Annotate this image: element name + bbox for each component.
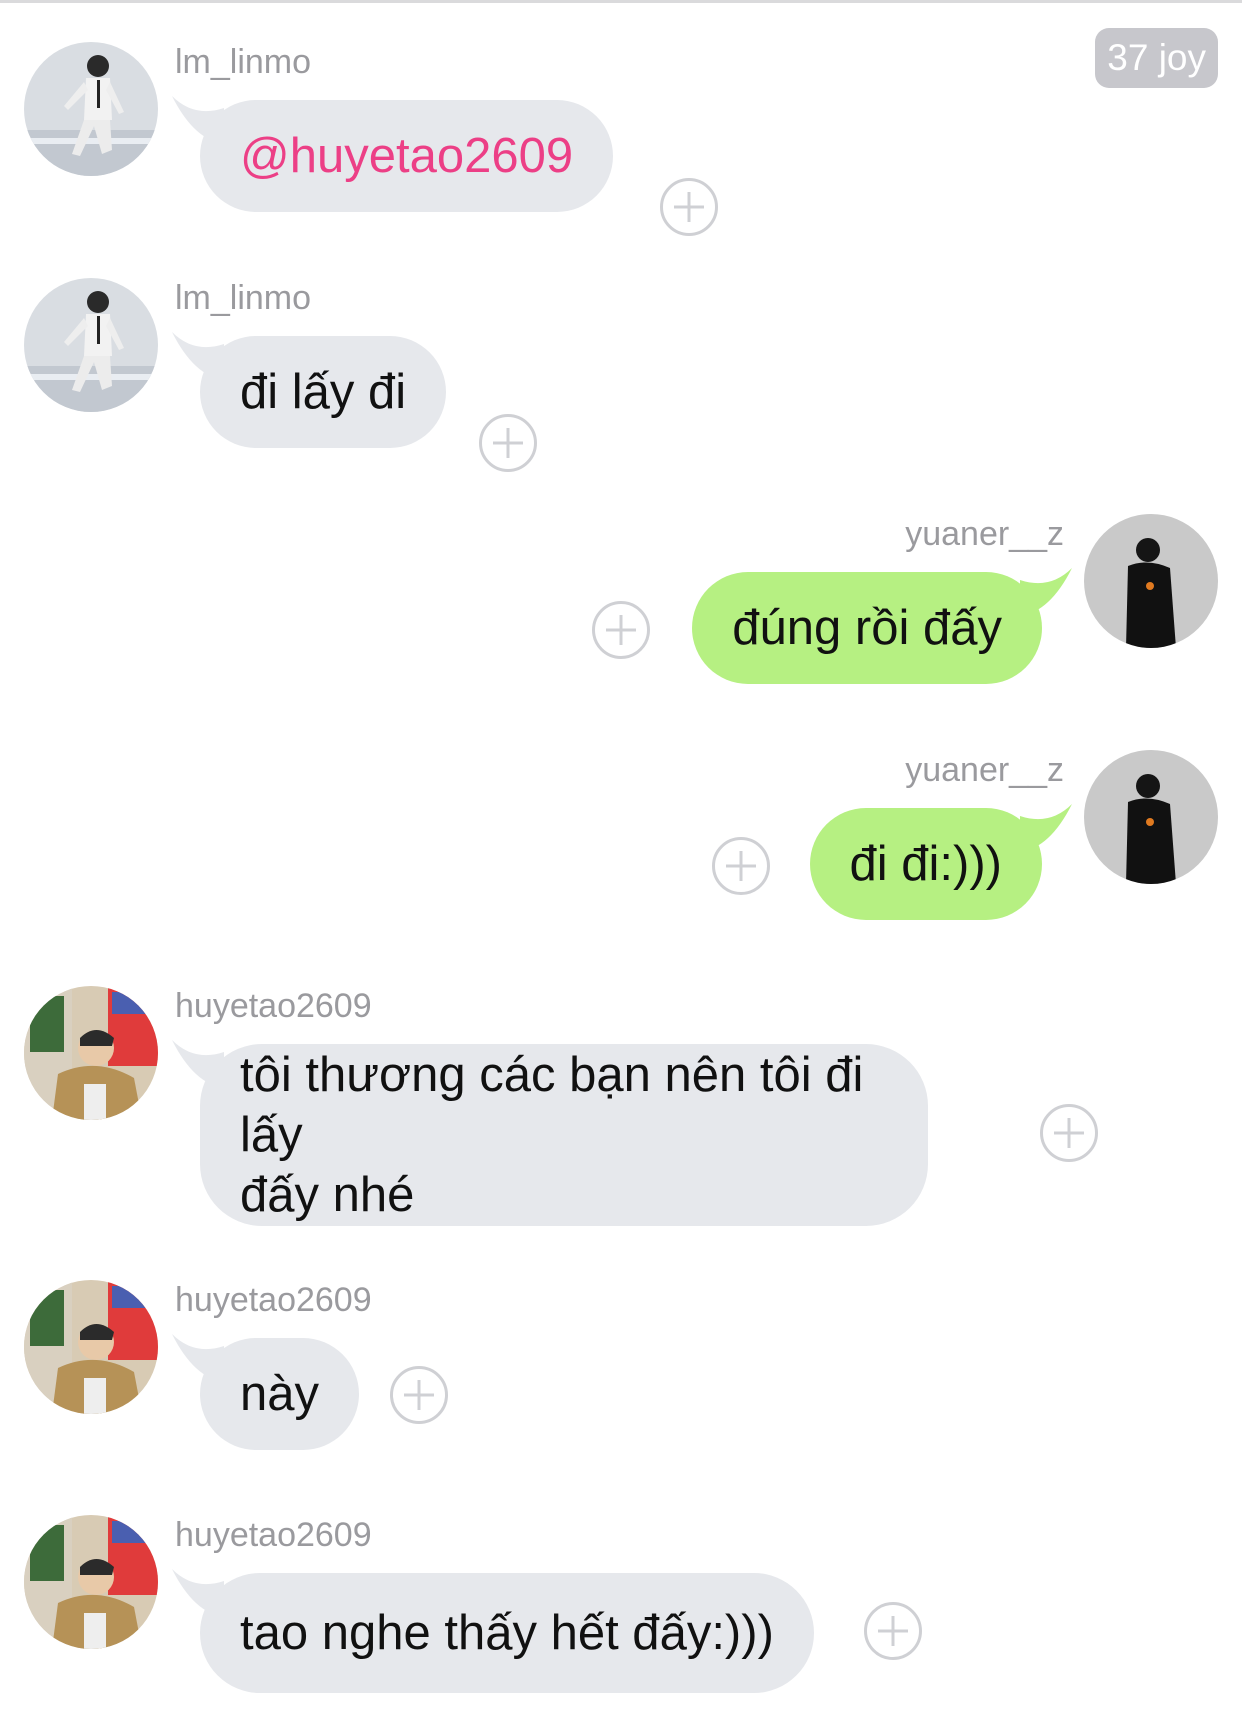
message-bubble[interactable]: này bbox=[200, 1338, 360, 1450]
message-bubble[interactable]: đi đi:))) bbox=[809, 808, 1042, 920]
message-bubble[interactable]: @huyetao2609 bbox=[200, 100, 614, 212]
sender-name: huyetao2609 bbox=[175, 1516, 372, 1554]
message-bubble[interactable]: tao nghe thấy hết đấy:))) bbox=[200, 1573, 814, 1693]
sender-name: yuaner__z bbox=[905, 515, 1064, 553]
plus-circle-icon[interactable] bbox=[592, 601, 650, 659]
message-bubble[interactable]: đi lấy đi bbox=[200, 336, 447, 448]
avatar-lm-linmo[interactable] bbox=[24, 278, 158, 412]
avatar-yuaner-z[interactable] bbox=[1084, 514, 1218, 648]
avatar-huyetao2609[interactable] bbox=[24, 1280, 158, 1414]
top-divider bbox=[0, 0, 1242, 3]
sender-name: huyetao2609 bbox=[175, 987, 372, 1025]
plus-circle-icon[interactable] bbox=[479, 414, 537, 472]
message-text: đúng rồi đấy bbox=[732, 601, 1002, 655]
joy-badge[interactable]: 37 joy bbox=[1095, 28, 1218, 88]
plus-circle-icon[interactable] bbox=[1040, 1104, 1098, 1162]
avatar-huyetao2609[interactable] bbox=[24, 986, 158, 1120]
message-text: đi lấy đi bbox=[240, 365, 407, 419]
plus-circle-icon[interactable] bbox=[712, 837, 770, 895]
message-text-line-1: tôi thương các bạn nên tôi đi lấy bbox=[240, 1048, 864, 1162]
avatar-yuaner-z[interactable] bbox=[1084, 750, 1218, 884]
plus-circle-icon[interactable] bbox=[660, 178, 718, 236]
sender-name: yuaner__z bbox=[905, 751, 1064, 789]
message-text: đi đi:))) bbox=[849, 837, 1002, 891]
plus-circle-icon[interactable] bbox=[864, 1602, 922, 1660]
message-text-line-2: đấy nhé bbox=[240, 1168, 415, 1222]
message-text: tao nghe thấy hết đấy:))) bbox=[240, 1606, 774, 1660]
plus-circle-icon[interactable] bbox=[390, 1366, 448, 1424]
avatar-lm-linmo[interactable] bbox=[24, 42, 158, 176]
message-bubble[interactable]: đúng rồi đấy bbox=[692, 572, 1042, 684]
mention-link[interactable]: @huyetao2609 bbox=[240, 126, 573, 186]
sender-name: lm_linmo bbox=[175, 279, 312, 317]
sender-name: lm_linmo bbox=[175, 43, 312, 81]
message-bubble[interactable]: tôi thương các bạn nên tôi đi lấy đấy nh… bbox=[200, 1044, 928, 1226]
message-text: này bbox=[240, 1367, 320, 1421]
sender-name: huyetao2609 bbox=[175, 1281, 372, 1319]
avatar-huyetao2609[interactable] bbox=[24, 1515, 158, 1649]
